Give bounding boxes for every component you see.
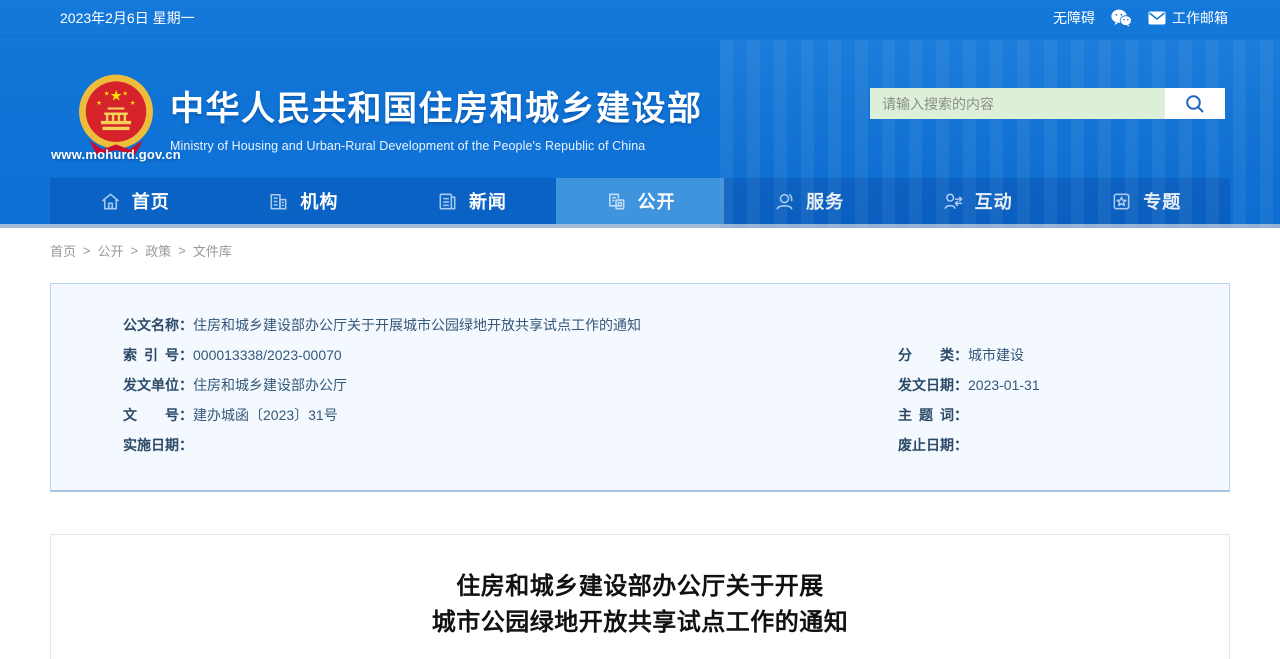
- document-content-box: 住房和城乡建设部办公厅关于开展 城市公园绿地开放共享试点工作的通知: [50, 534, 1230, 659]
- meta-value: 2023-01-31: [968, 377, 1040, 393]
- nav-item-label: 新闻: [468, 192, 507, 212]
- wechat-icon[interactable]: [1111, 9, 1132, 27]
- search-button[interactable]: [1165, 88, 1225, 119]
- main-navigation: 首页 机构 新闻 公开 服务 互动 专题: [0, 178, 1280, 224]
- meta-value: 城市建设: [968, 347, 1024, 363]
- meta-row-category: 分类：城市建设: [898, 340, 1199, 370]
- document-metadata-box: 公文名称：住房和城乡建设部办公厅关于开展城市公园绿地开放共享试点工作的通知 索引…: [50, 283, 1230, 492]
- document-title: 住房和城乡建设部办公厅关于开展 城市公园绿地开放共享试点工作的通知: [51, 569, 1229, 641]
- nav-item-label: 互动: [974, 192, 1013, 212]
- breadcrumb-item-disclosure[interactable]: 公开: [98, 241, 124, 260]
- nav-item-disclosure[interactable]: 公开: [555, 178, 725, 224]
- site-url: www.mohurd.gov.cn: [51, 147, 181, 162]
- interaction-icon: [942, 190, 965, 213]
- nav-item-label: 机构: [300, 192, 339, 212]
- nav-item-services[interactable]: 服务: [724, 178, 893, 224]
- national-emblem-logo[interactable]: ★ ★ ★ ★ ★: [74, 73, 158, 157]
- meta-label: 废止日期: [898, 437, 954, 453]
- masthead-text: 中华人民共和国住房和城乡建设部 Ministry of Housing and …: [170, 81, 703, 153]
- meta-label: 发文日期: [898, 377, 954, 393]
- work-mailbox-label: 工作邮箱: [1172, 10, 1228, 26]
- svg-text:★: ★: [122, 90, 128, 98]
- nav-item-special-topics[interactable]: 专题: [1061, 178, 1230, 224]
- search-box: [870, 88, 1225, 119]
- accessibility-link[interactable]: 无障碍: [1053, 8, 1095, 28]
- meta-row-index-number: 索引号：000013338/2023-00070: [123, 340, 898, 370]
- document-title-line2: 城市公园绿地开放共享试点工作的通知: [431, 609, 849, 636]
- news-icon: [436, 190, 459, 213]
- search-icon: [1184, 93, 1206, 115]
- disclosure-icon: [605, 190, 628, 213]
- topbar-links: 无障碍 工作邮箱: [1053, 8, 1228, 28]
- masthead: ★ ★ ★ ★ ★ www.mohurd.gov.cn 中华人民共和国住房和城乡…: [0, 37, 1280, 178]
- meta-row-issue-date: 发文日期：2023-01-31: [898, 370, 1199, 400]
- site-title: 中华人民共和国住房和城乡建设部: [170, 90, 703, 128]
- breadcrumb-separator: >: [130, 243, 139, 258]
- nav-item-home[interactable]: 首页: [50, 178, 219, 224]
- meta-label: 实施日期: [123, 437, 179, 453]
- meta-row-effective-date: 实施日期：: [123, 430, 898, 460]
- svg-text:★: ★: [104, 90, 110, 98]
- topbar: 2023年2月6日 星期一 无障碍 工作邮箱: [0, 0, 1280, 37]
- meta-label: 索引号: [123, 347, 179, 363]
- breadcrumb-item-policy[interactable]: 政策: [145, 241, 171, 260]
- meta-value: 住房和城乡建设部办公厅: [193, 377, 347, 393]
- breadcrumb: 首页 > 公开 > 政策 > 文件库: [50, 241, 1230, 260]
- meta-row-doc-name: 公文名称：住房和城乡建设部办公厅关于开展城市公园绿地开放共享试点工作的通知: [123, 310, 1199, 340]
- svg-text:★: ★: [130, 99, 136, 107]
- special-topic-icon: [1110, 190, 1133, 213]
- document-title-line1: 住房和城乡建设部办公厅关于开展: [456, 573, 824, 600]
- svg-text:★: ★: [110, 89, 123, 105]
- nav-item-label: 公开: [637, 192, 676, 212]
- meta-row-document-number: 文号：建办城函〔2023〕31号: [123, 400, 898, 430]
- organization-icon: [267, 190, 290, 213]
- site-header: 2023年2月6日 星期一 无障碍 工作邮箱 ★ ★ ★ ★ ★ www.moh…: [0, 0, 1280, 228]
- breadcrumb-separator: >: [178, 243, 186, 258]
- breadcrumb-separator: >: [83, 243, 91, 258]
- nav-item-label: 首页: [131, 192, 170, 212]
- meta-label: 公文名称: [123, 317, 179, 333]
- meta-value: 住房和城乡建设部办公厅关于开展城市公园绿地开放共享试点工作的通知: [193, 317, 641, 333]
- work-mailbox-link[interactable]: 工作邮箱: [1148, 8, 1228, 28]
- search-input[interactable]: [870, 88, 1165, 119]
- nav-item-news[interactable]: 新闻: [387, 178, 556, 224]
- meta-row-issuing-unit: 发文单位：住房和城乡建设部办公厅: [123, 370, 898, 400]
- breadcrumb-item-document-library: 文件库: [192, 244, 232, 259]
- site-title-english: Ministry of Housing and Urban-Rural Deve…: [170, 139, 646, 153]
- service-icon: [773, 190, 796, 213]
- topbar-date: 2023年2月6日 星期一: [60, 10, 195, 26]
- envelope-icon: [1148, 11, 1166, 25]
- breadcrumb-item-home[interactable]: 首页: [50, 241, 76, 260]
- meta-label: 主题词: [898, 407, 954, 423]
- nav-item-label: 专题: [1143, 192, 1182, 212]
- meta-value: 建办城函〔2023〕31号: [193, 407, 338, 423]
- home-icon: [99, 190, 122, 213]
- meta-label: 发文单位: [123, 377, 179, 393]
- nav-item-organization[interactable]: 机构: [219, 178, 388, 224]
- nav-bottom-strip: [0, 224, 1280, 228]
- svg-text:★: ★: [96, 99, 102, 107]
- meta-label: 文号: [123, 407, 179, 423]
- meta-label: 分类: [898, 347, 954, 363]
- meta-row-repeal-date: 废止日期：: [898, 430, 1199, 460]
- nav-item-label: 服务: [806, 192, 845, 212]
- meta-value: 000013338/2023-00070: [193, 347, 342, 363]
- nav-item-interaction[interactable]: 互动: [893, 178, 1062, 224]
- meta-row-subject-words: 主题词：: [898, 400, 1199, 430]
